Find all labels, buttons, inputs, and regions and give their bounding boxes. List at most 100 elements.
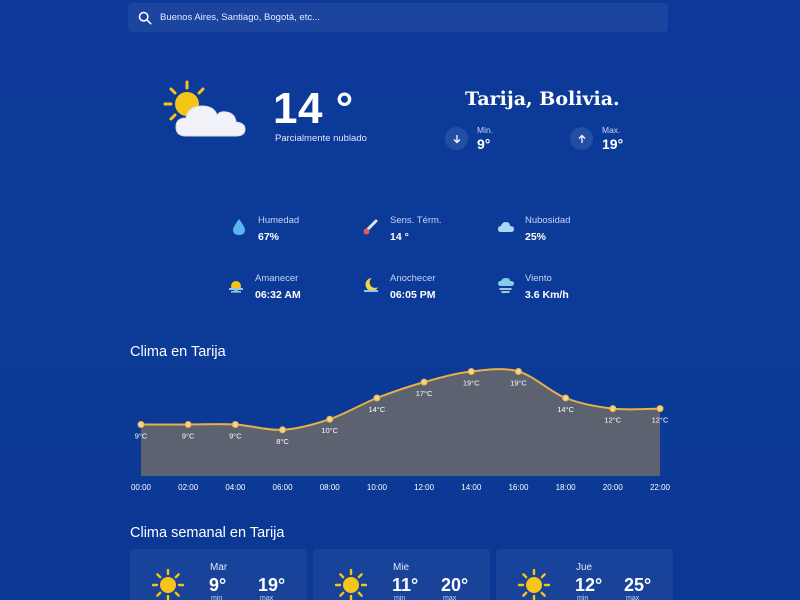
week-card-day-2[interactable]: Mie 11° min 20° max [313,549,490,600]
chart-point [137,421,145,428]
chart-data-label: 19°C [510,379,527,388]
hourly-temperature-chart: 9°C 00:00 9°C 02:00 9°C 04:00 8°C 06:00 10°C 08:0… [131,368,671,492]
chart-point [514,368,522,375]
chart-point [326,415,334,423]
stat-feels-like: Sens. Térm. 14 ° [362,215,442,243]
chart-data-label: 9°C [229,432,242,441]
min-label: Min. [477,125,494,135]
stat-label: Viento [525,273,552,284]
arrow-up-icon [570,127,593,150]
chart-data-label: 10°C [321,426,338,435]
chart-data-label: 14°C [557,405,574,414]
chart-x-tick-label: 14:00 [461,483,482,492]
stat-humidity: Humedad 67% [230,215,299,243]
partly-cloudy-icon [163,80,246,137]
stat-label: Amanecer [255,273,299,284]
week-min-label: min [394,595,406,600]
thermometer-icon [363,219,378,235]
min-value: 9° [477,136,491,152]
chart-data-label: 9°C [182,432,195,441]
max-value: 19° [602,136,624,152]
stat-value: 06:32 AM [255,289,301,301]
chart-x-tick-label: 04:00 [225,483,246,492]
chart-x-tick-label: 22:00 [650,483,671,492]
wind-icon [498,278,514,293]
week-min-temp: 9° [209,575,227,595]
stat-cloudiness: Nubosidad 25% [497,215,570,243]
chart-data-label: 9°C [135,432,148,441]
week-max-temp: 25° [624,575,652,595]
week-day-label: Jue [576,562,593,573]
stat-label: Sens. Térm. [390,215,442,226]
sun-icon [152,569,184,600]
city-name: Tarija, Bolivia. [465,88,620,110]
week-max-label: max [626,595,640,600]
week-min-temp: 11° [392,575,419,595]
chart-point [609,405,617,413]
chart-area [141,369,660,476]
stat-value: 67% [258,231,280,243]
stat-wind: Viento 3.6 Km/h [497,273,569,301]
stat-label: Nubosidad [525,215,571,226]
cloud-icon [498,222,514,232]
hourly-title: Clima en Tarija [130,344,226,360]
week-max-temp: 20° [441,575,469,595]
weekly-title: Clima semanal en Tarija [130,525,285,541]
chart-point [373,394,381,402]
chart-point [420,378,428,386]
chart-data-label: 12°C [652,416,669,425]
chart-x-tick-label: 00:00 [131,483,152,492]
stat-sunset: Anochecer 06:05 PM [362,273,436,301]
chart-data-label: 14°C [369,405,386,414]
stat-value: 06:05 PM [390,289,436,301]
chart-data-label: 12°C [604,416,621,425]
max-label: Max. [602,125,621,135]
chart-x-tick-label: 20:00 [603,483,624,492]
stat-sunrise: Amanecer 06:32 AM [227,273,301,301]
moon-icon [364,278,378,292]
chart-point [467,368,475,375]
sunrise-icon [229,281,243,293]
week-day-label: Mie [393,562,410,573]
chart-x-tick-label: 12:00 [414,483,435,492]
chart-data-label: 8°C [276,437,289,446]
search-icon [138,11,152,24]
chart-point [562,394,570,402]
min-temp: Min. 9° [445,125,493,152]
chart-x-tick-label: 16:00 [508,483,529,492]
chart-x-tick-label: 18:00 [556,483,577,492]
week-max-temp: 19° [258,575,286,595]
chart-data-label: 17°C [416,389,433,398]
week-min-temp: 12° [575,575,603,595]
sun-icon [335,569,367,600]
chart-data-label: 19°C [463,379,480,388]
chart-point [184,421,192,428]
stat-value: 3.6 Km/h [525,289,569,301]
chart-point [279,426,287,434]
humidity-drop-icon [233,219,245,235]
stat-label: Humedad [258,215,300,226]
week-max-label: max [260,595,274,600]
chart-x-tick-label: 02:00 [178,483,199,492]
max-temp: Max. 19° [570,125,623,152]
stat-value: 14 ° [390,231,409,243]
week-max-label: max [443,595,457,600]
week-day-label: Mar [210,562,228,573]
chart-x-tick-label: 06:00 [273,483,294,492]
chart-point [656,405,664,413]
chart-point [231,421,239,428]
week-card-day-3[interactable]: Jue 12° min 25° max [496,549,673,600]
sun-icon [518,569,550,600]
search-input[interactable] [160,12,640,23]
week-min-label: min [211,595,223,600]
stat-label: Anochecer [390,273,436,284]
week-card-day-1[interactable]: Mar 9° min 19° max [130,549,307,600]
chart-x-tick-label: 10:00 [367,483,388,492]
arrow-down-icon [445,127,468,150]
condition-text: Parcialmente nublado [275,133,367,144]
stat-value: 25% [525,231,547,243]
chart-x-tick-label: 08:00 [320,483,341,492]
week-min-label: min [577,595,589,600]
current-temperature: 14 ° [273,84,354,133]
search-bar[interactable] [128,3,668,32]
